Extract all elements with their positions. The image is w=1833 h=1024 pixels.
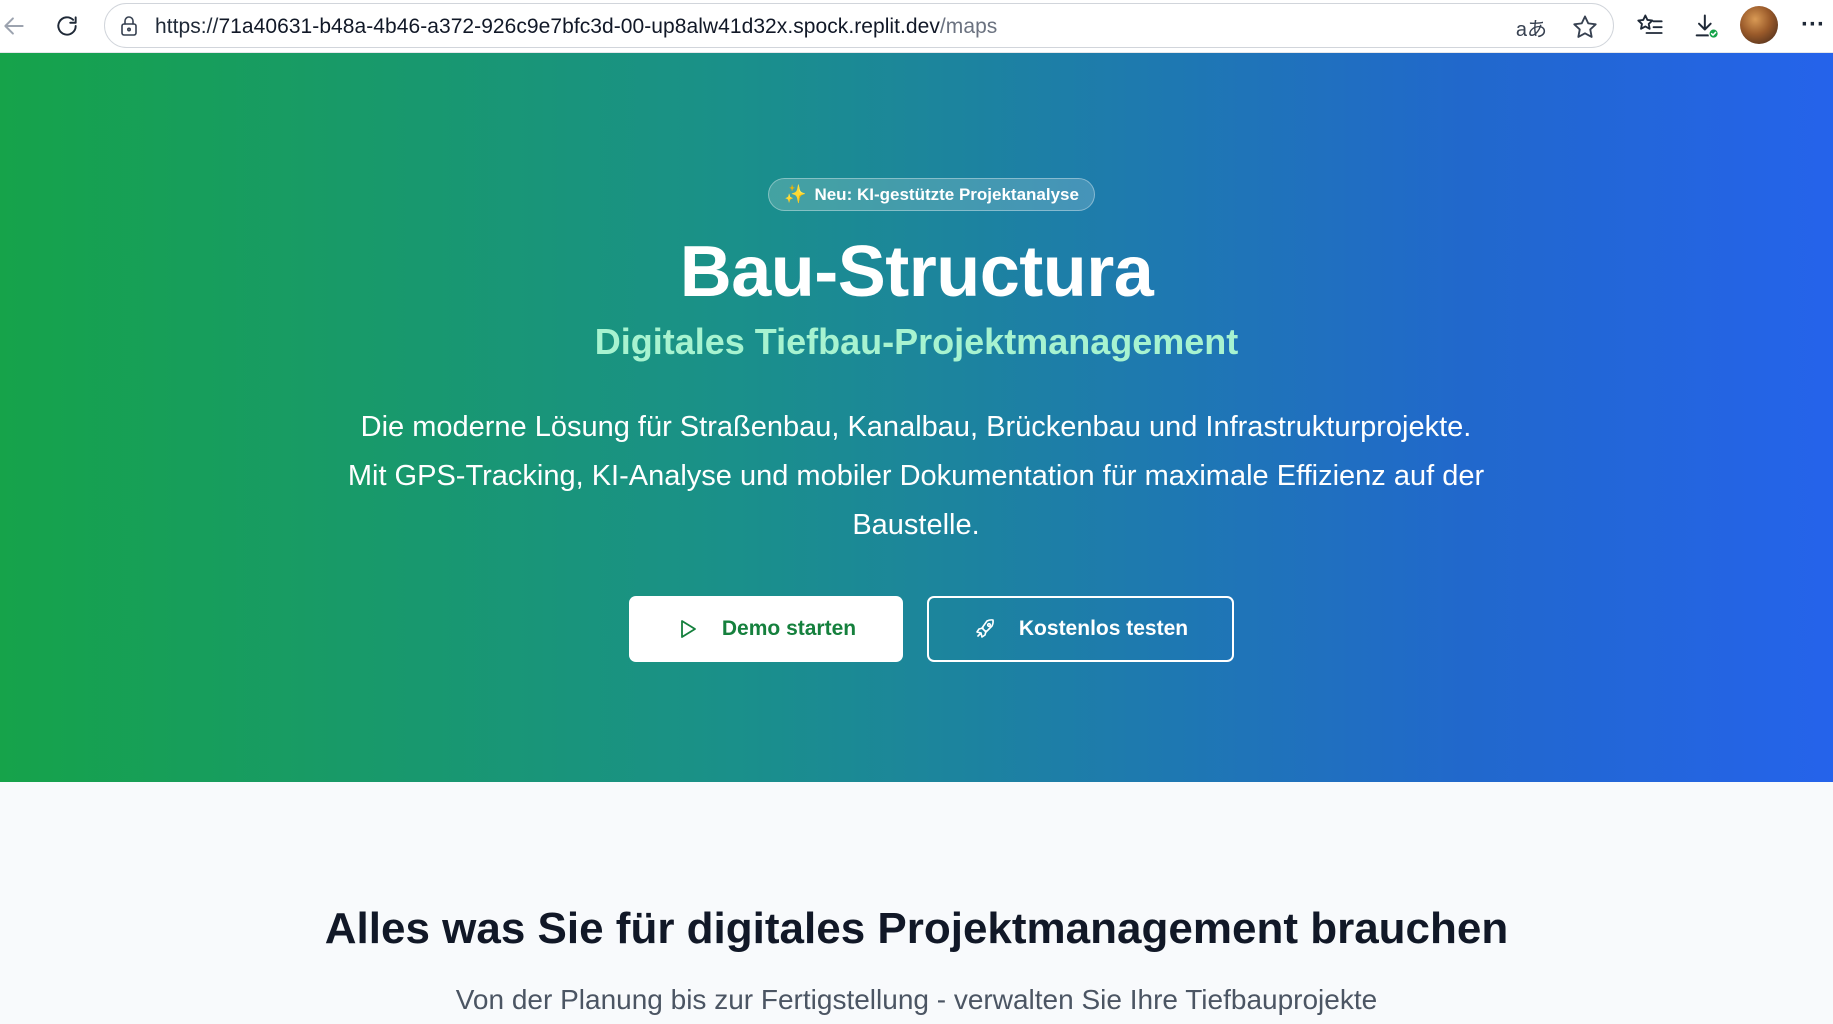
play-icon bbox=[680, 620, 696, 638]
arrow-left-icon bbox=[4, 17, 24, 35]
lock-icon[interactable] bbox=[117, 14, 141, 38]
translate-icon[interactable]: aあ bbox=[1516, 13, 1547, 42]
more-options-icon[interactable]: ··· bbox=[1796, 8, 1830, 42]
favorites-button[interactable] bbox=[1632, 8, 1668, 44]
demo-start-button[interactable]: Demo starten bbox=[629, 596, 903, 662]
hero-description: Die moderne Lösung für Straßenbau, Kanal… bbox=[347, 411, 1485, 541]
hero-subtitle: Digitales Tiefbau-Projektmanagement bbox=[594, 321, 1239, 362]
features-title: Alles was Sie für digitales Projektmanag… bbox=[324, 904, 1509, 953]
download-icon bbox=[1695, 14, 1719, 39]
favorites-list-icon bbox=[1637, 14, 1663, 34]
url-host: 71a40631-b48a-4b46-a372-926c9e7bfc3d-00-… bbox=[218, 15, 940, 38]
browser-toolbar: https://71a40631-b48a-4b46-a372-926c9e7b… bbox=[0, 0, 1833, 53]
badge-text: Neu: KI-gestützte Projektanalyse bbox=[814, 184, 1079, 204]
hero-title: Bau-Structura bbox=[679, 232, 1154, 312]
features-subtitle: Von der Planung bis zur Fertigstellung -… bbox=[455, 984, 1378, 1015]
free-trial-label: Kostenlos testen bbox=[1018, 617, 1189, 640]
url-prefix: https:// bbox=[155, 15, 219, 38]
free-trial-button[interactable]: Kostenlos testen bbox=[927, 596, 1234, 662]
rocket-icon bbox=[976, 619, 994, 638]
sparkles-icon: ✨ bbox=[784, 184, 807, 204]
new-feature-badge: ✨ Neu: KI-gestützte Projektanalyse bbox=[768, 178, 1095, 211]
reload-icon bbox=[57, 16, 77, 36]
hero-section: ✨ Neu: KI-gestützte Projektanalyse Bau-S… bbox=[0, 53, 1833, 782]
favorite-star-icon[interactable] bbox=[1571, 13, 1599, 41]
url-path: /maps bbox=[939, 15, 998, 38]
address-bar[interactable]: https://71a40631-b48a-4b46-a372-926c9e7b… bbox=[104, 3, 1614, 48]
demo-start-label: Demo starten bbox=[721, 617, 857, 640]
reload-button[interactable] bbox=[47, 6, 87, 46]
downloads-button[interactable] bbox=[1688, 8, 1724, 44]
url-text[interactable]: https://71a40631-b48a-4b46-a372-926c9e7b… bbox=[155, 15, 997, 39]
back-button[interactable] bbox=[0, 6, 34, 46]
features-section: Alles was Sie für digitales Projektmanag… bbox=[0, 782, 1833, 1024]
profile-avatar[interactable] bbox=[1740, 6, 1778, 44]
